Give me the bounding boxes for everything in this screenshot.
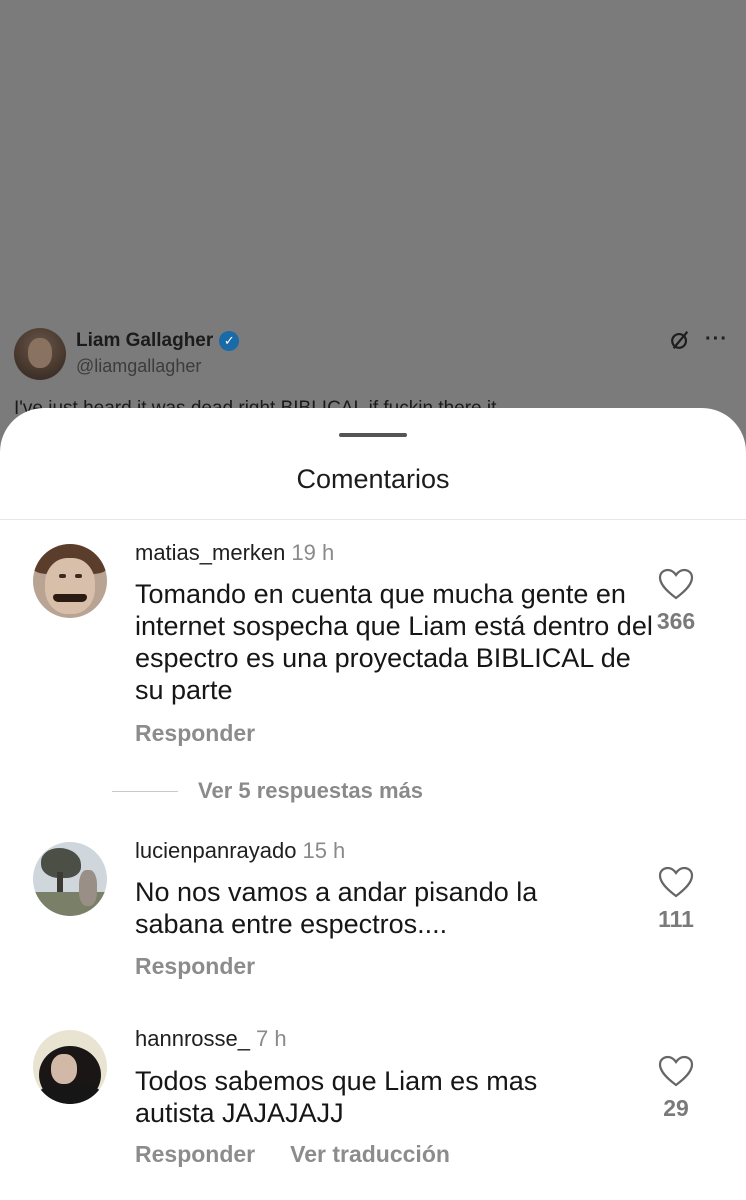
like-control[interactable]: 111 bbox=[646, 866, 706, 933]
comment-actions: Responder bbox=[135, 720, 255, 747]
tweet-author-handle: @liamgallagher bbox=[76, 356, 202, 376]
view-more-replies[interactable]: Ver 5 respuestas más bbox=[112, 778, 423, 804]
tweet-header-icons: ··· bbox=[669, 328, 728, 351]
tweet-author-name-text: Liam Gallagher bbox=[76, 330, 214, 351]
username-text: hannrosse_ bbox=[135, 1026, 250, 1051]
comment-text: Tomando en cuenta que mucha gente en int… bbox=[135, 579, 653, 705]
reply-button[interactable]: Responder bbox=[135, 953, 255, 980]
avatar[interactable] bbox=[33, 842, 107, 916]
heart-icon[interactable] bbox=[658, 1055, 694, 1087]
comment-actions: Responder Ver traducción bbox=[135, 1141, 450, 1168]
reply-button[interactable]: Responder bbox=[135, 720, 255, 747]
comment-username[interactable]: lucienpanrayado 15 h bbox=[135, 838, 345, 864]
sheet-title: Comentarios bbox=[296, 464, 450, 494]
reply-button[interactable]: Responder bbox=[135, 1141, 255, 1168]
like-count: 111 bbox=[658, 906, 694, 932]
comment-text: Todos sabemos que Liam es mas autista JA… bbox=[135, 1066, 538, 1128]
view-more-replies-label: Ver 5 respuestas más bbox=[198, 778, 424, 803]
like-count: 29 bbox=[663, 1095, 689, 1121]
sheet-divider bbox=[0, 519, 746, 520]
tweet-avatar[interactable] bbox=[14, 328, 66, 380]
heart-icon[interactable] bbox=[658, 866, 694, 898]
comment-time: 15 h bbox=[302, 838, 346, 863]
translate-button[interactable]: Ver traducción bbox=[290, 1141, 450, 1168]
comment-username[interactable]: hannrosse_ 7 h bbox=[135, 1026, 287, 1052]
comment-text: No nos vamos a andar pisando la sabana e… bbox=[135, 877, 538, 939]
heart-icon[interactable] bbox=[658, 568, 694, 600]
more-icon[interactable]: ··· bbox=[705, 328, 728, 351]
comments-sheet: Comentarios matias_merken 19 h Tomando en… bbox=[0, 408, 746, 1200]
avatar[interactable] bbox=[33, 544, 107, 618]
verified-badge-icon: ✓ bbox=[219, 331, 240, 351]
avatar[interactable] bbox=[33, 1030, 107, 1104]
sheet-drag-handle[interactable] bbox=[339, 433, 407, 437]
comment-actions: Responder bbox=[135, 953, 255, 980]
username-text: matias_merken bbox=[135, 540, 286, 565]
background-tweet: Liam Gallagher ✓ @liamgallagher ··· I've… bbox=[0, 0, 746, 440]
tweet-author-name[interactable]: Liam Gallagher ✓ bbox=[76, 330, 240, 352]
like-control[interactable]: 29 bbox=[646, 1055, 706, 1122]
like-control[interactable]: 366 bbox=[646, 568, 706, 635]
replies-line bbox=[112, 790, 178, 792]
comment-time: 7 h bbox=[255, 1026, 287, 1051]
x-logo-icon[interactable] bbox=[669, 329, 691, 351]
like-count: 366 bbox=[656, 608, 696, 634]
comment-time: 19 h bbox=[291, 540, 335, 565]
comment-username[interactable]: matias_merken 19 h bbox=[135, 540, 334, 566]
username-text: lucienpanrayado bbox=[135, 838, 297, 863]
